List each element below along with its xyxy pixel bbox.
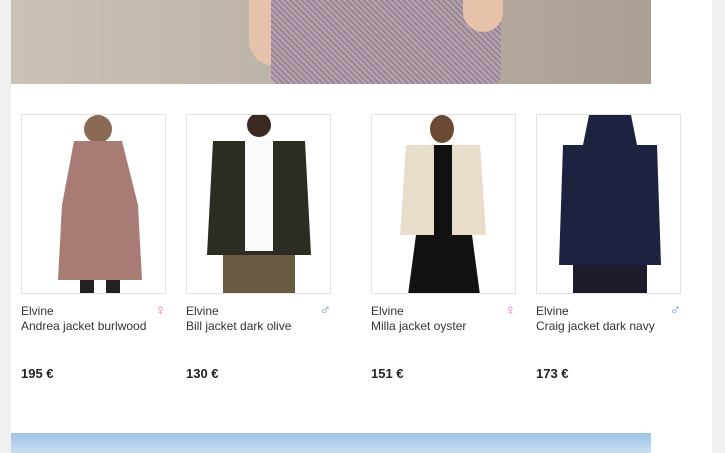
product-name[interactable]: Milla jacket oyster bbox=[371, 319, 521, 333]
product-grid: Elvine Andrea jacket burlwood ♀ 195 € El… bbox=[21, 114, 701, 394]
jacket-illustration bbox=[537, 115, 680, 293]
product-image[interactable] bbox=[186, 114, 331, 294]
product-card[interactable]: Elvine Milla jacket oyster ♀ 151 € bbox=[371, 114, 516, 394]
product-price: 173 € bbox=[536, 366, 569, 381]
product-card[interactable]: Elvine Andrea jacket burlwood ♀ 195 € bbox=[21, 114, 166, 394]
male-icon: ♂ bbox=[669, 302, 681, 319]
product-brand: Elvine bbox=[21, 304, 54, 318]
page-scrollbar[interactable] bbox=[713, 0, 725, 453]
product-image[interactable] bbox=[536, 114, 681, 294]
product-name[interactable]: Andrea jacket burlwood bbox=[21, 319, 171, 333]
product-price: 151 € bbox=[371, 366, 404, 381]
product-image[interactable] bbox=[371, 114, 516, 294]
product-card[interactable]: Elvine Bill jacket dark olive ♂ 130 € bbox=[186, 114, 331, 394]
product-price: 130 € bbox=[186, 366, 219, 381]
product-brand: Elvine bbox=[536, 304, 569, 318]
product-name[interactable]: Craig jacket dark navy bbox=[536, 319, 686, 333]
sky-banner-image[interactable] bbox=[11, 433, 651, 453]
page: Elvine Andrea jacket burlwood ♀ 195 € El… bbox=[0, 0, 725, 453]
jacket-illustration bbox=[22, 115, 165, 293]
product-price: 195 € bbox=[21, 366, 54, 381]
female-icon: ♀ bbox=[504, 302, 516, 319]
product-card[interactable]: Elvine Craig jacket dark navy ♂ 173 € bbox=[536, 114, 681, 394]
female-icon: ♀ bbox=[154, 302, 166, 319]
product-brand: Elvine bbox=[371, 304, 404, 318]
hero-banner-image[interactable] bbox=[11, 0, 651, 84]
product-name[interactable]: Bill jacket dark olive bbox=[186, 319, 336, 333]
product-image[interactable] bbox=[21, 114, 166, 294]
product-brand: Elvine bbox=[186, 304, 219, 318]
male-icon: ♂ bbox=[319, 302, 331, 319]
jacket-illustration bbox=[187, 115, 330, 293]
jacket-illustration bbox=[372, 115, 515, 293]
